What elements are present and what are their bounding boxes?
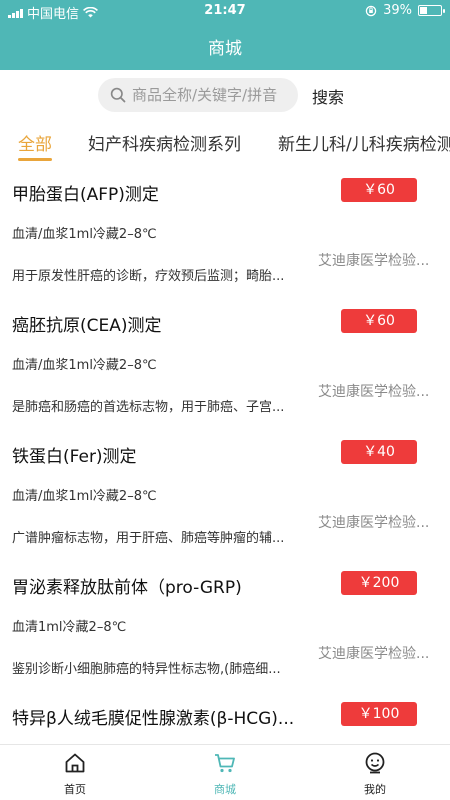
battery-fill [420, 7, 427, 14]
nav-home[interactable]: 首页 [40, 751, 110, 797]
product-description: 广谱肿瘤标志物，用于肝癌、肺癌等肿瘤的辅... [12, 531, 285, 546]
product-name: 特异β人绒毛膜促性腺激素(β-HCG)... [12, 709, 295, 729]
product-description: 鉴别诊断小细胞肺癌的特异性标志物,(肺癌细... [12, 662, 281, 677]
nav-profile[interactable]: 我的 [340, 751, 410, 797]
active-tab-indicator [18, 158, 52, 161]
battery-icon [418, 5, 445, 16]
product-item[interactable]: 胃泌素释放肽前体（pro-GRP) ￥200 血清1ml冷藏2–8℃ 艾迪康医学… [0, 559, 450, 690]
app-header: 中国电信 21:47 39% 商城 [0, 0, 450, 70]
product-spec: 血清/血浆1ml冷藏2–8℃ [12, 227, 157, 242]
page-title: 商城 [208, 39, 242, 59]
orientation-lock-icon [365, 5, 377, 16]
search-input[interactable] [132, 86, 292, 104]
category-tabs: 全部 妇产科疾病检测系列 新生儿科/儿科疾病检测 [0, 126, 450, 164]
product-item[interactable]: 癌胚抗原(CEA)测定 ￥60 血清/血浆1ml冷藏2–8℃ 艾迪康医学检验..… [0, 297, 450, 428]
product-vendor: 艾迪康医学检验... [318, 646, 430, 662]
product-vendor: 艾迪康医学检验... [318, 515, 430, 531]
tab-obstetrics[interactable]: 妇产科疾病检测系列 [88, 130, 241, 155]
product-name: 甲胎蛋白(AFP)测定 [12, 185, 159, 205]
nav-home-label: 首页 [64, 783, 86, 796]
price-badge[interactable]: ￥40 [341, 440, 417, 464]
bottom-nav: 首页 商城 我的 [0, 744, 450, 800]
price-badge[interactable]: ￥60 [341, 178, 417, 202]
product-spec: 血清/血浆1ml冷藏2–8℃ [12, 489, 157, 504]
product-name: 癌胚抗原(CEA)测定 [12, 316, 162, 336]
product-description: 是肺癌和肠癌的首选标志物，用于肺癌、子宫... [12, 400, 285, 415]
home-icon [65, 753, 85, 773]
product-name: 胃泌素释放肽前体（pro-GRP) [12, 578, 242, 598]
price-badge[interactable]: ￥200 [341, 571, 417, 595]
nav-shop-label: 商城 [214, 783, 236, 796]
price-badge[interactable]: ￥60 [341, 309, 417, 333]
product-name: 铁蛋白(Fer)测定 [12, 447, 137, 467]
product-vendor: 艾迪康医学检验... [318, 384, 430, 400]
product-spec: 血清/血浆1ml冷藏2–8℃ [12, 358, 157, 373]
tab-pediatrics[interactable]: 新生儿科/儿科疾病检测 [278, 130, 450, 155]
status-bar-right: 39% [365, 3, 445, 18]
tab-all[interactable]: 全部 [18, 130, 52, 155]
product-item[interactable]: 甲胎蛋白(AFP)测定 ￥60 血清/血浆1ml冷藏2–8℃ 艾迪康医学检验..… [0, 166, 450, 297]
status-bar: 中国电信 21:47 39% [0, 0, 450, 22]
price-badge[interactable]: ￥100 [341, 702, 417, 726]
product-spec: 血清1ml冷藏2–8℃ [12, 620, 127, 635]
product-vendor: 艾迪康医学检验... [318, 253, 430, 269]
search-row: 搜索 [0, 76, 450, 116]
nav-shop[interactable]: 商城 [190, 751, 260, 797]
product-item[interactable]: 特异β人绒毛膜促性腺激素(β-HCG)... ￥100 [0, 690, 450, 744]
nav-profile-label: 我的 [364, 783, 386, 796]
battery-percent: 39% [383, 3, 412, 18]
search-icon [110, 87, 126, 103]
product-description: 用于原发性肝癌的诊断，疗效预后监测；畸胎... [12, 269, 285, 284]
product-list[interactable]: 甲胎蛋白(AFP)测定 ￥60 血清/血浆1ml冷藏2–8℃ 艾迪康医学检验..… [0, 166, 450, 744]
product-item[interactable]: 铁蛋白(Fer)测定 ￥40 血清/血浆1ml冷藏2–8℃ 艾迪康医学检验...… [0, 428, 450, 559]
search-button[interactable]: 搜索 [312, 84, 344, 108]
search-box[interactable] [98, 78, 298, 112]
cart-icon [215, 754, 235, 773]
profile-icon [365, 752, 385, 774]
